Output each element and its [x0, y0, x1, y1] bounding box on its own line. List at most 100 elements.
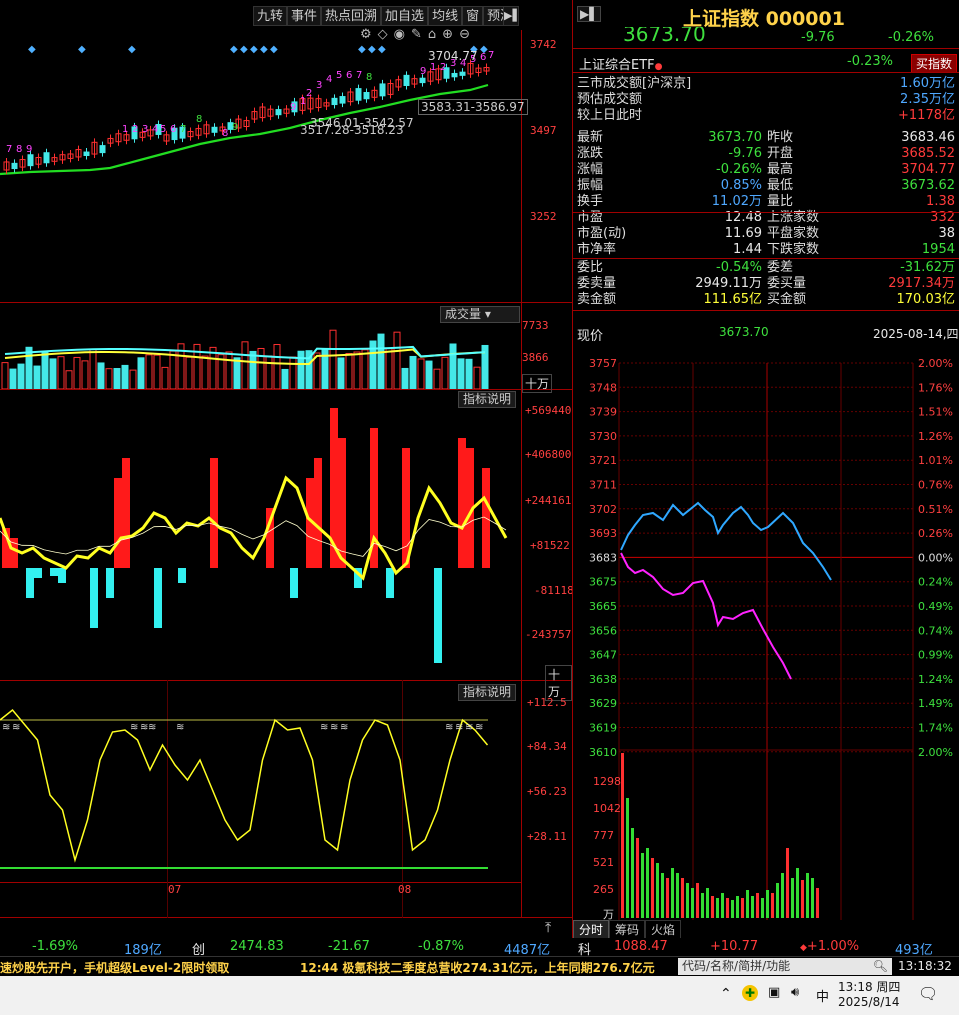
- buy-index-button[interactable]: 买指数: [911, 54, 958, 73]
- volume-bar: [337, 357, 345, 389]
- toolbar-item[interactable]: 均线: [428, 6, 463, 26]
- toolbar-item[interactable]: 加自选: [381, 6, 429, 26]
- stat-label: 卖金额: [577, 292, 617, 307]
- toolbar-item[interactable]: 窗: [462, 6, 484, 26]
- news-text[interactable]: 12:44 极氪科技二季度总营收274.31亿元，上年同期276.7亿元: [300, 959, 655, 976]
- chart-tabs: 分时 筹码 火焰: [573, 920, 682, 939]
- toolbar-item[interactable]: 事件: [287, 6, 322, 26]
- volume-bar: [409, 355, 417, 389]
- stat-value: 1954: [921, 242, 955, 257]
- kline-chart[interactable]: ◆ ◆ ◆ ◆ ◆ ◆ ◆ ◆ ◆ ◆ ◆ ◆ ◆7 8 91 2 3 4 5 6 7891234 5 6 7 89 1 2 3 4 5 6…: [0, 30, 521, 302]
- volume-axis-label: 1042: [593, 802, 621, 815]
- percent-axis-label: 0.76%: [918, 479, 953, 492]
- indicator-help-button[interactable]: 指标说明: [458, 684, 517, 701]
- etf-label[interactable]: 上证综合ETF●: [579, 54, 663, 73]
- nine-count-label: 6: [480, 52, 486, 63]
- percent-axis-label: 1.49%: [918, 697, 953, 710]
- clock: 13:18:32: [898, 959, 952, 973]
- stat-label: 委比: [577, 260, 604, 275]
- intraday-volume-bar: [786, 848, 789, 918]
- kdj-marker: ≋: [320, 722, 328, 733]
- kdj-marker: ≋: [2, 722, 10, 733]
- volume-bar: [249, 350, 257, 389]
- macd-bar: [106, 568, 114, 598]
- news-ticker: 速炒股先开户，手机超级Level-2限时领取 12:44 极氪科技二季度总营收2…: [0, 956, 959, 976]
- volume-axis-label: 7733: [522, 319, 549, 332]
- indicator-help-button[interactable]: 指标说明: [458, 391, 517, 408]
- taskbar-date[interactable]: 2025/8/14: [838, 995, 900, 1009]
- chevron-up-icon[interactable]: ⌃: [720, 986, 732, 1002]
- macd-bar: [122, 458, 130, 568]
- percent-axis-label: 2.00%: [918, 746, 953, 759]
- candle-body: [275, 109, 282, 116]
- stats-row: 涨跌 -9.76 开盘 3685.52: [577, 146, 955, 162]
- app-tray-icon[interactable]: ✚: [742, 985, 758, 1001]
- taskbar-time[interactable]: 13:18 周四: [838, 978, 900, 995]
- macd-bar: [290, 568, 298, 598]
- candle-body: [27, 154, 34, 167]
- stat-value: 3673.70: [708, 130, 762, 145]
- intraday-volume-bar: [681, 878, 684, 918]
- nine-count-label: 3: [316, 80, 322, 91]
- nine-count-label: 6: [170, 124, 176, 135]
- volume-icon[interactable]: 🔊︎: [791, 985, 799, 1000]
- stat-label: 市盈(动): [577, 226, 627, 241]
- volume-bar: [257, 347, 265, 389]
- scroll-up-icon[interactable]: ⤒: [545, 920, 551, 936]
- volume-axis-label: 521: [593, 856, 614, 869]
- stat-value: 3683.46: [901, 130, 955, 145]
- expand-panel-icon[interactable]: ▶▌: [577, 6, 602, 22]
- stats-row: 委卖量 2949.11万 委买量 2917.34万: [577, 276, 955, 292]
- turnover-value: 1.60万亿: [900, 76, 955, 91]
- intraday-volume-bar: [666, 878, 669, 918]
- macd-bar: [338, 438, 346, 568]
- volume-bar: [233, 357, 241, 389]
- intraday-volume-bar: [781, 873, 784, 918]
- tab-chips[interactable]: 筹码: [609, 920, 646, 939]
- toolbar-item[interactable]: 热点回溯: [321, 6, 382, 26]
- intraday-volume-bar: [691, 888, 694, 918]
- kdj-axis-label: +112.5: [527, 696, 567, 709]
- toolbar-item[interactable]: 九转: [253, 6, 288, 26]
- intraday-volume-bar: [646, 848, 649, 918]
- macd-bar: [210, 458, 218, 568]
- intraday-volume-bar: [626, 798, 629, 918]
- signal-marker: ◆: [270, 44, 278, 55]
- vs-yesterday-value: +1178亿: [898, 108, 955, 120]
- search-icon[interactable]: 🔍︎: [873, 958, 888, 975]
- network-icon[interactable]: ▣: [768, 985, 780, 1000]
- stat-value: 0.85%: [720, 178, 762, 193]
- volume-bar: [81, 360, 89, 389]
- volume-bar: [385, 348, 393, 389]
- promo-text[interactable]: 速炒股先开户，手机超级Level-2限时领取: [0, 959, 229, 976]
- candle-body: [331, 97, 338, 106]
- intraday-volume-bar: [621, 753, 624, 918]
- notification-icon[interactable]: 🗨︎: [918, 984, 938, 1003]
- tab-flame[interactable]: 火焰: [645, 920, 682, 939]
- ime-indicator[interactable]: 中: [816, 986, 829, 1005]
- tab-timeshare[interactable]: 分时: [573, 920, 610, 939]
- volume-bar: [153, 354, 161, 389]
- intraday-chart[interactable]: 3757 2.00% 3748 1.76% 3739 1.51% 3730 1.26% 3721…: [573, 355, 959, 920]
- stats-row: 委比 -0.54% 委差 -31.62万: [577, 260, 955, 276]
- collapse-panel-icon[interactable]: ▶▌: [503, 6, 521, 26]
- volume-unit: 万: [603, 908, 614, 920]
- signal-marker: ◆: [230, 44, 238, 55]
- nine-count-label: 7: [6, 144, 12, 155]
- nine-count-label: 6: [346, 70, 352, 81]
- macd-axis-label: -243757: [525, 628, 572, 641]
- nine-count-label: 2: [440, 62, 446, 73]
- current-price-label: 现价: [577, 329, 604, 344]
- macd-dif-line: [0, 475, 508, 581]
- volume-bar: [121, 364, 129, 389]
- intraday-volume-bar: [651, 858, 654, 918]
- search-input[interactable]: 代码/名称/简拼/功能 🔍︎: [678, 958, 892, 975]
- nine-count-label: 1: [430, 62, 436, 73]
- percent-axis-label: 0.99%: [918, 649, 953, 662]
- macd-chart: [0, 408, 508, 663]
- stat-label: 市净率: [577, 242, 617, 257]
- price-axis-label: 3730: [589, 430, 617, 443]
- candle-body: [419, 77, 426, 84]
- volume-bar: [49, 358, 57, 389]
- chart-area[interactable]: 九转 事件 热点回溯 加自选 均线窗预测 ▶▌ ⚙◇◉✎⌂⊕⊖ 3742 3497 32…: [0, 0, 574, 936]
